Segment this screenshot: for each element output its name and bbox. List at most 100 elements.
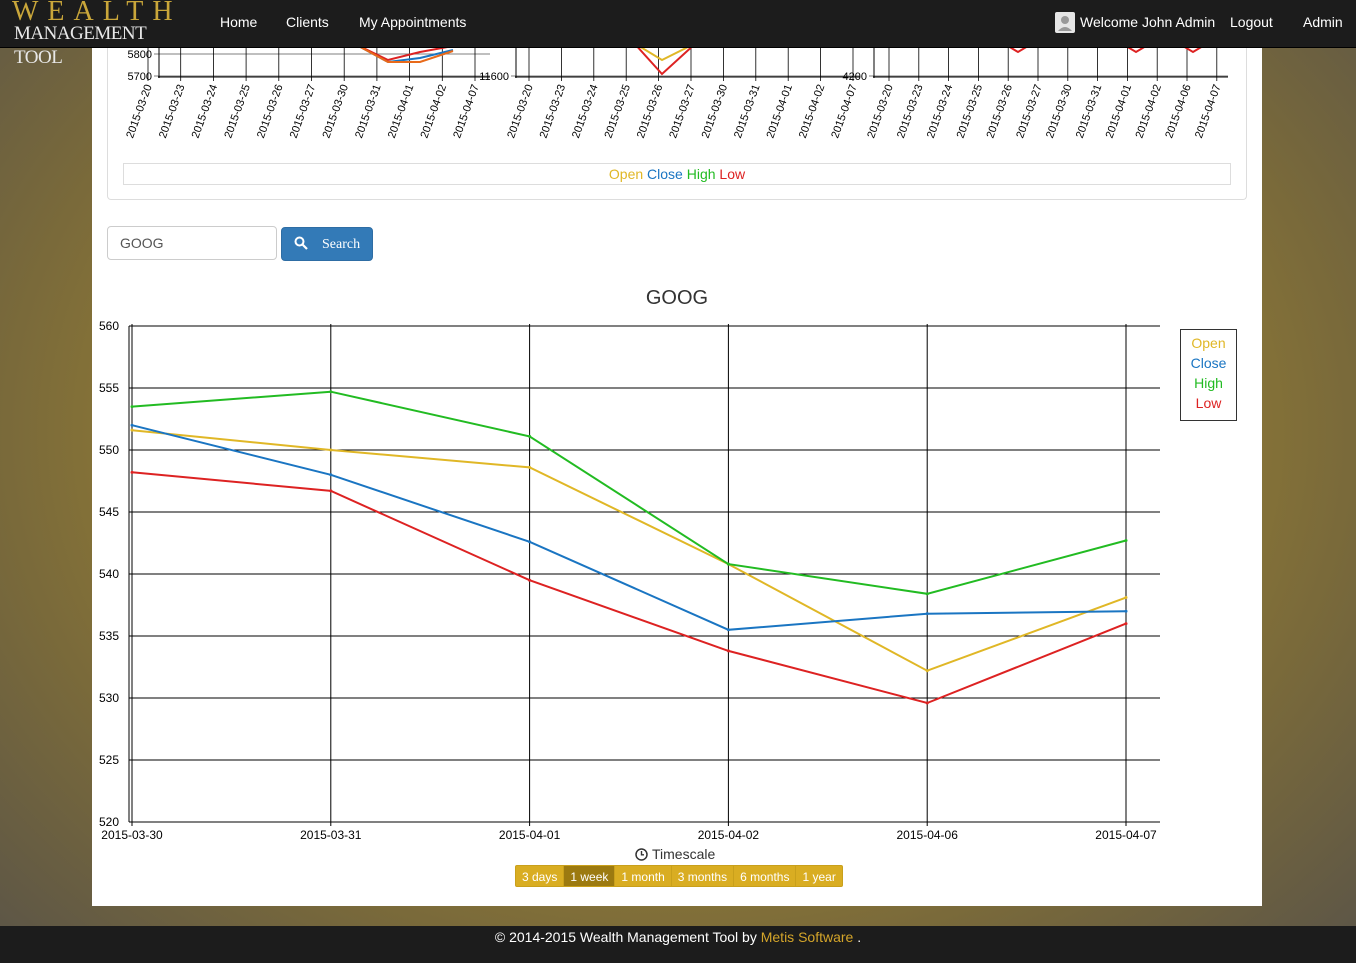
data-point-open (528, 465, 532, 469)
mini-chart-x-label: 2015-03-30 (1044, 83, 1075, 140)
nav-appointments-link[interactable]: My Appointments (359, 14, 466, 30)
brand-logo[interactable]: WEALTH MANAGEMENT TOOL (12, 0, 190, 68)
mini-chart-x-label: 2015-03-25 (222, 83, 253, 140)
mini-chart-x-label: 2015-03-20 (865, 83, 896, 140)
legend-low: Low (719, 166, 746, 182)
footer-suffix: . (857, 929, 862, 945)
chart-legend-low[interactable]: Low (1181, 393, 1236, 413)
y-tick-label: 525 (99, 753, 119, 767)
timescale-3-months-button[interactable]: 3 months (671, 865, 735, 887)
legend-high: High (686, 166, 716, 182)
data-point-close (329, 473, 333, 477)
chart-legend-high[interactable]: High (1181, 373, 1236, 393)
search-button[interactable]: Search (281, 227, 373, 261)
mini-chart-x-label: 2015-03-20 (505, 83, 536, 140)
timescale-3-days-button[interactable]: 3 days (515, 865, 565, 887)
data-point-high (1124, 539, 1128, 543)
y-tick-label: 540 (99, 567, 119, 581)
mini-chart-x-label: 2015-04-07 (451, 83, 482, 140)
footer: © 2014-2015 Wealth Management Tool by Me… (0, 926, 1356, 963)
timescale-1-month-button[interactable]: 1 month (615, 865, 672, 887)
mini-chart-x-label: 2015-03-27 (288, 83, 319, 140)
y-tick-label: 550 (99, 443, 119, 457)
mini-chart-x-label: 2015-03-20 (124, 83, 155, 140)
data-point-open (329, 448, 333, 452)
data-point-high (130, 405, 134, 409)
y-tick-label: 520 (99, 815, 119, 829)
series-line-low (131, 471, 1127, 705)
mini-chart-x-label: 2015-04-01 (764, 83, 795, 140)
index-charts-svg: 580057002015-03-20 2015-03-23 2015-03-24 20… (124, 48, 1228, 140)
timescale-1-year-button[interactable]: 1 year (796, 865, 843, 887)
mini-chart-x-label: 2015-03-24 (190, 83, 221, 140)
search-button-label: Search (322, 237, 361, 252)
mini-chart-x-label: 2015-04-02 (1133, 83, 1164, 140)
x-tick-label: 2015-03-31 (300, 828, 362, 842)
mini-chart-y-label: 11600 (479, 71, 509, 83)
timescale-label: Timescale (635, 846, 715, 864)
y-tick-label: 545 (99, 505, 119, 519)
mini-chart-x-label: 2015-03-25 (955, 83, 986, 140)
mini-chart-x-label: 2015-04-02 (797, 83, 828, 140)
mini-chart-x-label: 2015-03-27 (667, 83, 698, 140)
data-point-close (726, 628, 730, 632)
search-icon (294, 236, 308, 255)
mini-chart-series-line (1184, 48, 1202, 54)
clock-icon (635, 848, 648, 864)
logout-link[interactable]: Logout (1230, 14, 1273, 30)
mini-chart-x-label: 2015-04-01 (386, 83, 417, 140)
mini-chart-x-label: 2015-03-23 (157, 83, 188, 140)
x-tick-label: 2015-04-01 (499, 828, 561, 842)
legend-close: Close (647, 166, 683, 182)
goog-line-chart: 560 555 550 545 540 535 530 525 5202015-03-30 201… (99, 319, 1160, 842)
series-line-open (131, 429, 1127, 672)
data-point-open (925, 669, 929, 673)
data-point-low (528, 578, 532, 582)
chart-title: GOOG (645, 287, 709, 309)
mini-chart-x-label: 2015-03-25 (602, 83, 633, 140)
y-tick-label: 535 (99, 629, 119, 643)
data-point-low (726, 649, 730, 653)
chart-legend: Open Close High Low (1180, 329, 1237, 421)
mini-chart-x-label: 2015-04-06 (1163, 83, 1194, 140)
mini-chart-x-label: 2015-03-23 (895, 83, 926, 140)
content-panel: 5800 5700 2015-03-20 2015-03-23 2015-03-24 20… (92, 48, 1262, 906)
chart-legend-close[interactable]: Close (1181, 353, 1236, 373)
x-tick-label: 2015-04-02 (698, 828, 760, 842)
data-point-open (130, 428, 134, 432)
timescale-6-months-button[interactable]: 6 months (734, 865, 797, 887)
mini-chart-x-label: 2015-04-07 (829, 83, 860, 140)
mini-chart-x-label: 2015-04-07 (1193, 83, 1224, 140)
footer-copyright: © 2014-2015 Wealth Management Tool by (494, 929, 757, 945)
data-point-low (1124, 622, 1128, 626)
mini-chart-y-label: 4200 (843, 71, 867, 83)
timescale-1-week-button[interactable]: 1 week (564, 865, 616, 887)
ticker-search-input[interactable] (107, 226, 277, 260)
x-tick-label: 2015-04-06 (897, 828, 959, 842)
mini-chart-series-line (1127, 48, 1145, 54)
x-tick-label: 2015-04-07 (1095, 828, 1157, 842)
y-tick-label: 555 (99, 381, 119, 395)
mini-chart-x-label: 2015-03-26 (635, 83, 666, 140)
data-point-low (925, 701, 929, 705)
mini-chart-series-line (637, 48, 693, 76)
chart-legend-open[interactable]: Open (1181, 333, 1236, 353)
timescale-label-text: Timescale (652, 846, 716, 862)
index-charts-legend: Open Close High Low (123, 163, 1231, 185)
metis-software-link[interactable]: Metis Software (761, 929, 854, 945)
admin-link[interactable]: Admin (1303, 14, 1343, 30)
index-charts-card: 5800 5700 2015-03-20 2015-03-23 2015-03-24 20… (107, 48, 1247, 200)
nav-home-link[interactable]: Home (220, 14, 257, 30)
data-point-low (130, 470, 134, 474)
data-point-low (329, 489, 333, 493)
series-line-high (131, 390, 1127, 595)
timescale-button-group: 3 days 1 week 1 month 3 months 6 months … (515, 865, 843, 887)
data-point-high (726, 562, 730, 566)
data-point-close (130, 423, 134, 427)
legend-open: Open (608, 166, 644, 182)
data-point-high (329, 390, 333, 394)
nav-clients-link[interactable]: Clients (286, 14, 329, 30)
mini-chart-x-label: 2015-03-24 (925, 83, 956, 140)
mini-chart-x-label: 2015-03-23 (538, 83, 569, 140)
mini-chart-x-label: 2015-03-30 (700, 83, 731, 140)
